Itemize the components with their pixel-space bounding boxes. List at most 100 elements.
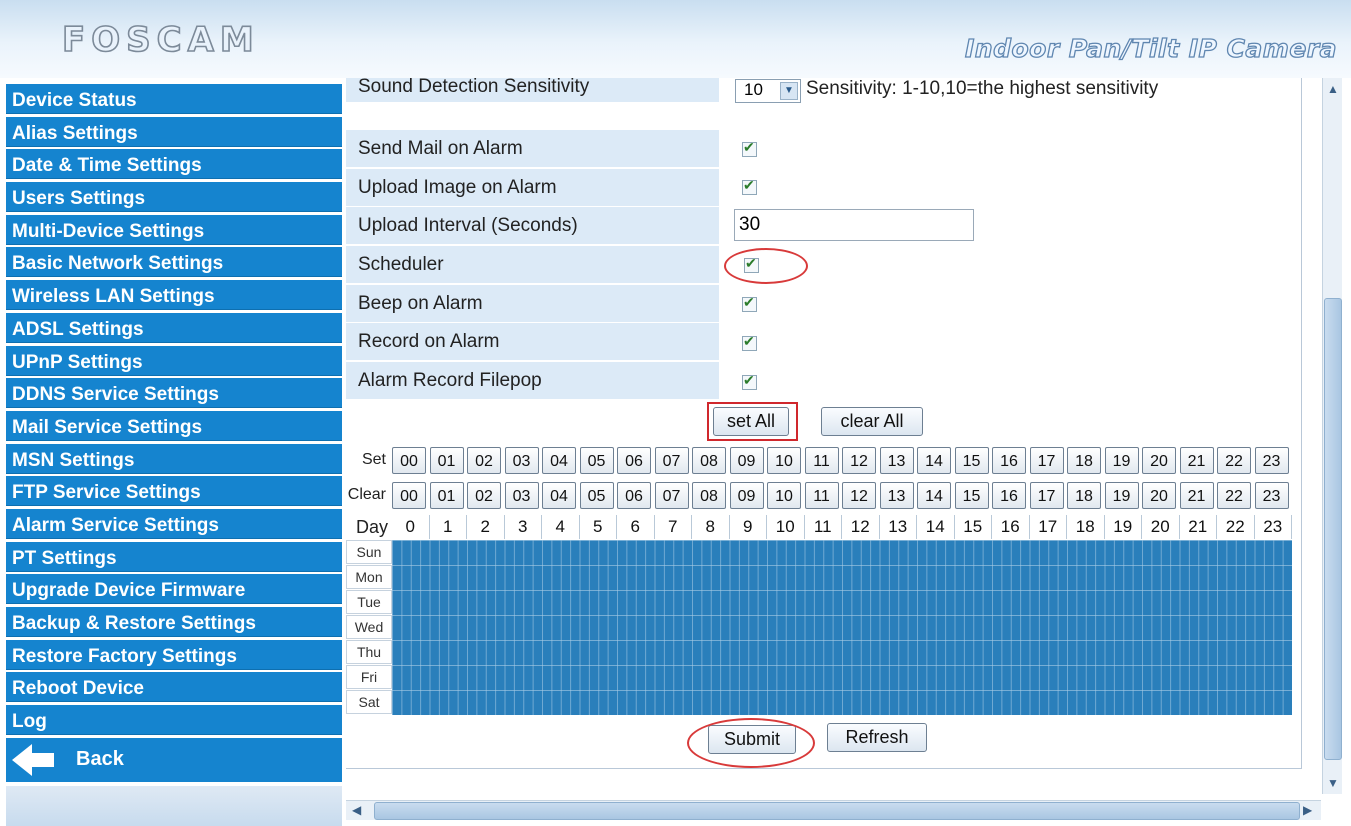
- sidebar-item-pt-settings[interactable]: PT Settings: [6, 541, 342, 572]
- clear-hour-button[interactable]: 09: [729, 481, 764, 509]
- sidebar-item-restore-factory-settings[interactable]: Restore Factory Settings: [6, 639, 342, 670]
- set-hour-button[interactable]: 17: [1029, 446, 1064, 474]
- sidebar-item-device-status[interactable]: Device Status: [6, 84, 342, 114]
- beep-checkbox[interactable]: [742, 294, 757, 312]
- sidebar-item-alias-settings[interactable]: Alias Settings: [6, 116, 342, 147]
- sidebar-item-backup-restore-settings[interactable]: Backup & Restore Settings: [6, 607, 342, 637]
- set-hour-button[interactable]: 15: [954, 446, 989, 474]
- clear-hour-button[interactable]: 18: [1067, 481, 1101, 509]
- clear-hour-button[interactable]: 07: [654, 481, 689, 509]
- set-hour-button[interactable]: 23: [1254, 446, 1289, 474]
- clear-hour-button[interactable]: 01: [429, 481, 464, 509]
- set-hour-button[interactable]: 08: [692, 446, 726, 474]
- set-hour-button[interactable]: 03: [504, 446, 539, 474]
- clear-hour-button[interactable]: 02: [467, 481, 501, 509]
- clear-hour-button[interactable]: 11: [804, 481, 839, 509]
- set-hour-button[interactable]: 18: [1067, 446, 1101, 474]
- clear-hour-button[interactable]: 03: [504, 481, 539, 509]
- set-hour-button[interactable]: 05: [579, 446, 614, 474]
- sidebar-item-adsl-settings[interactable]: ADSL Settings: [6, 312, 342, 343]
- sound-sensitivity-select[interactable]: 10 ▼: [735, 79, 801, 103]
- set-hour-button[interactable]: 00: [392, 446, 426, 474]
- scroll-right-icon[interactable]: ▶: [1303, 803, 1312, 817]
- set-hour-button[interactable]: 21: [1179, 446, 1214, 474]
- clear-hour-button[interactable]: 16: [992, 481, 1026, 509]
- sidebar-item-wireless-lan-settings[interactable]: Wireless LAN Settings: [6, 280, 342, 311]
- scroll-up-icon[interactable]: ▲: [1327, 82, 1339, 96]
- sidebar-item-multi-device-settings[interactable]: Multi-Device Settings: [6, 214, 342, 245]
- back-button[interactable]: Back: [6, 737, 342, 782]
- scroll-left-icon[interactable]: ◀: [352, 803, 361, 817]
- record-checkbox[interactable]: [742, 333, 757, 351]
- hour-label: 3: [505, 515, 542, 539]
- set-hour-button[interactable]: 12: [842, 446, 876, 474]
- set-hour-button[interactable]: 07: [654, 446, 689, 474]
- schedule-grid[interactable]: [392, 540, 1292, 715]
- refresh-button[interactable]: Refresh: [827, 723, 927, 752]
- sidebar-item-ddns-service-settings[interactable]: DDNS Service Settings: [6, 378, 342, 409]
- scheduler-highlight-ellipse: [724, 248, 808, 284]
- hour-label: 22: [1217, 515, 1255, 539]
- sidebar-item-upgrade-device-firmware[interactable]: Upgrade Device Firmware: [6, 574, 342, 605]
- set-all-highlight-box: [707, 402, 798, 441]
- hour-label: 11: [805, 515, 842, 539]
- clear-hour-button[interactable]: 06: [617, 481, 651, 509]
- alarm-settings-panel: Sound Detection Sensitivity 10 ▼ Sensiti…: [346, 78, 1301, 768]
- clear-hour-button[interactable]: 00: [392, 481, 426, 509]
- clear-hour-button[interactable]: 15: [954, 481, 989, 509]
- filepop-checkbox[interactable]: [742, 372, 757, 390]
- clear-hour-button[interactable]: 04: [542, 481, 576, 509]
- clear-hour-button[interactable]: 08: [692, 481, 726, 509]
- set-hour-button[interactable]: 06: [617, 446, 651, 474]
- set-hour-button[interactable]: 04: [542, 446, 576, 474]
- clear-hour-button[interactable]: 20: [1142, 481, 1176, 509]
- chevron-down-icon: ▼: [780, 82, 798, 100]
- set-hour-button[interactable]: 02: [467, 446, 501, 474]
- scroll-down-icon[interactable]: ▼: [1327, 776, 1339, 790]
- sidebar-item-users-settings[interactable]: Users Settings: [6, 182, 342, 213]
- sidebar-item-reboot-device[interactable]: Reboot Device: [6, 672, 342, 703]
- vertical-scroll-thumb[interactable]: [1324, 298, 1342, 760]
- clear-hour-button[interactable]: 05: [579, 481, 614, 509]
- sidebar-item-upnp-settings[interactable]: UPnP Settings: [6, 345, 342, 376]
- clear-hour-button[interactable]: 12: [842, 481, 876, 509]
- hour-label: 7: [655, 515, 692, 539]
- set-hour-button[interactable]: 10: [767, 446, 801, 474]
- scheduler-label: Scheduler: [346, 246, 719, 283]
- vertical-scrollbar[interactable]: ▲ ▼: [1322, 78, 1342, 794]
- clear-hour-button[interactable]: 10: [767, 481, 801, 509]
- set-hour-button[interactable]: 13: [879, 446, 914, 474]
- horizontal-scroll-thumb[interactable]: [374, 802, 1300, 820]
- set-hour-button[interactable]: 11: [804, 446, 839, 474]
- clear-hour-button[interactable]: 13: [879, 481, 914, 509]
- set-hour-button[interactable]: 09: [729, 446, 764, 474]
- clear-hour-button[interactable]: 17: [1029, 481, 1064, 509]
- sidebar-item-mail-service-settings[interactable]: Mail Service Settings: [6, 410, 342, 441]
- back-arrow-icon: [12, 743, 32, 776]
- clear-hour-buttons: 00 01 02 03 04 05 06 07 08 09 10 11 12 1…: [392, 481, 1292, 509]
- clear-hour-button[interactable]: 19: [1104, 481, 1139, 509]
- set-hour-button[interactable]: 19: [1104, 446, 1139, 474]
- sidebar-item-date-time-settings[interactable]: Date & Time Settings: [6, 149, 342, 180]
- set-hour-button[interactable]: 20: [1142, 446, 1176, 474]
- sidebar-item-log[interactable]: Log: [6, 705, 342, 736]
- sidebar-item-alarm-service-settings[interactable]: Alarm Service Settings: [6, 508, 342, 539]
- horizontal-scrollbar[interactable]: ◀ ▶: [346, 800, 1321, 820]
- sidebar-item-ftp-service-settings[interactable]: FTP Service Settings: [6, 476, 342, 507]
- set-hour-button[interactable]: 16: [992, 446, 1026, 474]
- clear-hour-button[interactable]: 22: [1217, 481, 1251, 509]
- set-hour-button[interactable]: 01: [429, 446, 464, 474]
- sidebar-item-basic-network-settings[interactable]: Basic Network Settings: [6, 247, 342, 278]
- upload-image-checkbox[interactable]: [742, 177, 757, 195]
- clear-hour-button[interactable]: 21: [1179, 481, 1214, 509]
- clear-hour-button[interactable]: 14: [917, 481, 951, 509]
- clear-all-button[interactable]: clear All: [821, 407, 923, 436]
- set-hour-button[interactable]: 14: [917, 446, 951, 474]
- send-mail-checkbox[interactable]: [742, 139, 757, 157]
- sidebar-item-msn-settings[interactable]: MSN Settings: [6, 443, 342, 474]
- upload-interval-input[interactable]: [734, 209, 974, 241]
- set-hour-button[interactable]: 22: [1217, 446, 1251, 474]
- clear-hour-button[interactable]: 23: [1254, 481, 1289, 509]
- set-hour-buttons: 00 01 02 03 04 05 06 07 08 09 10 11 12 1…: [392, 446, 1292, 474]
- day-hours-row: Day 0 1 2 3 4 5 6 7 8 9 10 11 12 13 14 1…: [346, 515, 1292, 539]
